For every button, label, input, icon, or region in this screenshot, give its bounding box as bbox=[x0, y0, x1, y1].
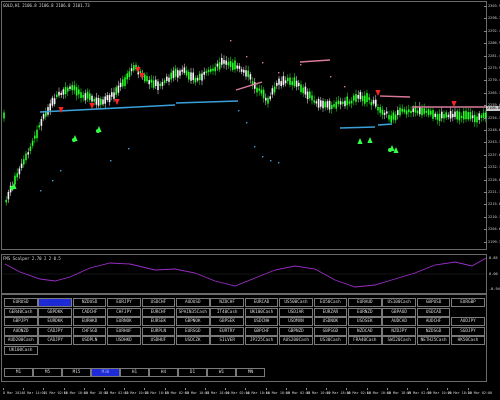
timeframe-button-m30[interactable]: M30 bbox=[91, 368, 120, 377]
symbol-button-us30cash[interactable]: US30Cash bbox=[313, 336, 348, 345]
symbol-button-eursek[interactable]: EURSEK bbox=[141, 317, 176, 326]
symbol-button-nzdchf[interactable]: NZDCHF bbox=[210, 298, 244, 307]
symbol-button-gbpaud[interactable]: GBPAUD bbox=[382, 307, 416, 317]
symbol-button-eurchf[interactable]: EURCHF bbox=[141, 307, 176, 317]
symbol-button-usdjar[interactable]: USDJAR bbox=[279, 307, 313, 317]
symbol-button-nzdsgd[interactable]: NZDSGD bbox=[416, 326, 451, 336]
symbol-button-us500cash[interactable]: US500Cash bbox=[279, 298, 313, 307]
symbol-button-eurjpy[interactable]: EURJPY bbox=[107, 298, 141, 307]
symbol-button-aus200cash[interactable]: AUS200Cash bbox=[279, 336, 313, 345]
symbol-button-usdsek[interactable]: USDSEK bbox=[348, 317, 382, 326]
symbol-button-usdchf[interactable]: USDCHF bbox=[141, 298, 176, 307]
symbol-button-nzdusd[interactable]: NZDUSD bbox=[72, 298, 107, 307]
symbol-button-eu50cash[interactable]: EU50Cash bbox=[313, 298, 348, 307]
symbol-button-gbpsek[interactable]: GBPSEK bbox=[210, 317, 244, 326]
symbol-button-audcad[interactable]: AUDCAD bbox=[382, 317, 416, 326]
symbol-button-eurnzd[interactable]: EURNZD bbox=[348, 307, 382, 317]
symbol-button-uk100cash[interactable]: UK100Cash bbox=[4, 345, 38, 355]
oscillator-chart[interactable] bbox=[0, 0, 500, 300]
symbol-button-nzdjpy[interactable]: NZDJPY bbox=[382, 326, 416, 336]
symbol-button-us100cash[interactable]: US100Cash bbox=[382, 298, 416, 307]
time-axis-label: 8 Mar 2024 bbox=[3, 388, 24, 395]
symbol-button-neth25cash[interactable]: NETH25Cash bbox=[416, 336, 451, 345]
symbol-button-audusd[interactable]: AUDUSD bbox=[176, 298, 210, 307]
timeframe-button-h4[interactable]: H4 bbox=[149, 368, 178, 377]
symbol-button-spain35cash[interactable]: SPAIN35Cash bbox=[176, 307, 210, 317]
symbol-button-usdhkd[interactable]: USDHKD bbox=[107, 336, 141, 345]
symbol-button-audchf[interactable]: AUDCHF bbox=[416, 317, 451, 326]
symbol-button-nzdcad[interactable]: NZDCAD bbox=[348, 326, 382, 336]
timeframe-button-m15[interactable]: M15 bbox=[62, 368, 91, 377]
symbol-button-aud200cash[interactable]: AUD200Cash bbox=[4, 336, 38, 345]
timeframe-button-mn[interactable]: MN bbox=[236, 368, 265, 377]
symbol-button-euraud[interactable]: EURAUD bbox=[348, 298, 382, 307]
symbol-button-it40cash[interactable]: IT40Cash bbox=[210, 307, 244, 317]
timeframe-button-w1[interactable]: W1 bbox=[207, 368, 236, 377]
symbol-button-usdhuf[interactable]: USDHUF bbox=[141, 336, 176, 345]
symbol-button-usdmxn[interactable]: USDMXN bbox=[279, 317, 313, 326]
symbol-button-eurtry[interactable]: EURTRY bbox=[210, 326, 244, 336]
symbol-button-fra40cash[interactable]: FRA40Cash bbox=[348, 336, 382, 345]
symbol-button-eurhkd[interactable]: EURHKD bbox=[72, 317, 107, 326]
timeframe-button-d1[interactable]: D1 bbox=[178, 368, 207, 377]
symbol-button-usdpln[interactable]: USDPLN bbox=[72, 336, 107, 345]
symbol-button-chfjpy[interactable]: CHFJPY bbox=[107, 307, 141, 317]
symbol-button-usdcad[interactable]: USDCAD bbox=[416, 307, 451, 317]
symbol-button-gbpchf[interactable]: GBPCHF bbox=[244, 326, 279, 336]
symbol-button-eursgd[interactable]: EURSGD bbox=[176, 326, 210, 336]
symbol-button-gbpusd[interactable]: GBPUSD bbox=[416, 298, 451, 307]
symbol-button-eurcad[interactable]: EURCAD bbox=[244, 298, 279, 307]
symbol-button-hk50cash[interactable]: HK50Cash bbox=[451, 336, 485, 345]
symbol-button-sgdjpy[interactable]: SGDJPY bbox=[451, 326, 485, 336]
symbol-button-eurpln[interactable]: EURPLN bbox=[141, 326, 176, 336]
oscillator-line bbox=[4, 257, 487, 288]
symbol-button-ger40cash[interactable]: GER40Cash bbox=[4, 307, 38, 317]
symbol-button-audnzd[interactable]: AUDNZD bbox=[4, 326, 38, 336]
symbol-button-gbpnok[interactable]: GBPNOK bbox=[176, 317, 210, 326]
symbol-button-jp225cash[interactable]: JP225Cash bbox=[244, 336, 279, 345]
symbol-button-cadjpy[interactable]: CADJPY bbox=[38, 336, 72, 345]
timeframe-button-m1[interactable]: M1 bbox=[4, 368, 33, 377]
time-axis-label: 8 Mar 14:00 bbox=[23, 388, 46, 395]
symbol-button-eurzar[interactable]: EURZAR bbox=[313, 307, 348, 317]
time-axis-label: 20 Mar 02:00 bbox=[467, 388, 493, 395]
symbol-button-gbpsgd[interactable]: GBPSGD bbox=[313, 326, 348, 336]
symbol-button-gbpnzd[interactable]: GBPNZD bbox=[279, 326, 313, 336]
symbol-button-silver[interactable]: SILVER bbox=[210, 336, 244, 345]
indicator-axis-top: 8.85 bbox=[489, 256, 498, 260]
symbol-button-chfsgd[interactable]: CHFSGD bbox=[72, 326, 107, 336]
symbol-button-gbpjpy[interactable]: GBPJPY bbox=[4, 317, 38, 326]
symbol-button-eurgbp[interactable]: EURGBP bbox=[451, 298, 485, 307]
symbol-button-swi20cash[interactable]: SWI20Cash bbox=[382, 336, 416, 345]
indicator-axis-bottom: -8.94 bbox=[489, 287, 500, 291]
symbol-button-usdnok[interactable]: USDNOK bbox=[313, 317, 348, 326]
timeframe-button-h1[interactable]: H1 bbox=[120, 368, 149, 377]
symbol-button-cadjpy[interactable]: CADJPY bbox=[38, 326, 72, 336]
symbol-button-usdcnh[interactable]: USDCNH bbox=[244, 317, 279, 326]
timeframe-button-m5[interactable]: M5 bbox=[33, 368, 62, 377]
symbol-button-eurusd[interactable]: EURUSD bbox=[4, 298, 38, 307]
symbol-button-usdczk[interactable]: USDCZK bbox=[176, 336, 210, 345]
symbol-button-cadchf[interactable]: CADCHF bbox=[72, 307, 107, 317]
symbol-button-audjpy[interactable]: AUDJPY bbox=[451, 317, 485, 326]
symbol-button-gbpdkk[interactable]: GBPDKK bbox=[38, 307, 72, 317]
symbol-button-uk100cash[interactable]: UK100Cash bbox=[244, 307, 279, 317]
symbol-button-eurdkk[interactable]: EURDKK bbox=[38, 317, 72, 326]
symbol-button-eurnok[interactable]: EURNOK bbox=[107, 317, 141, 326]
indicator-axis-mid: 0.00 bbox=[489, 272, 498, 276]
symbol-button-gbpusd[interactable]: GBPUSD bbox=[38, 298, 72, 307]
symbol-button-eurhuf[interactable]: EURHUF bbox=[107, 326, 141, 336]
